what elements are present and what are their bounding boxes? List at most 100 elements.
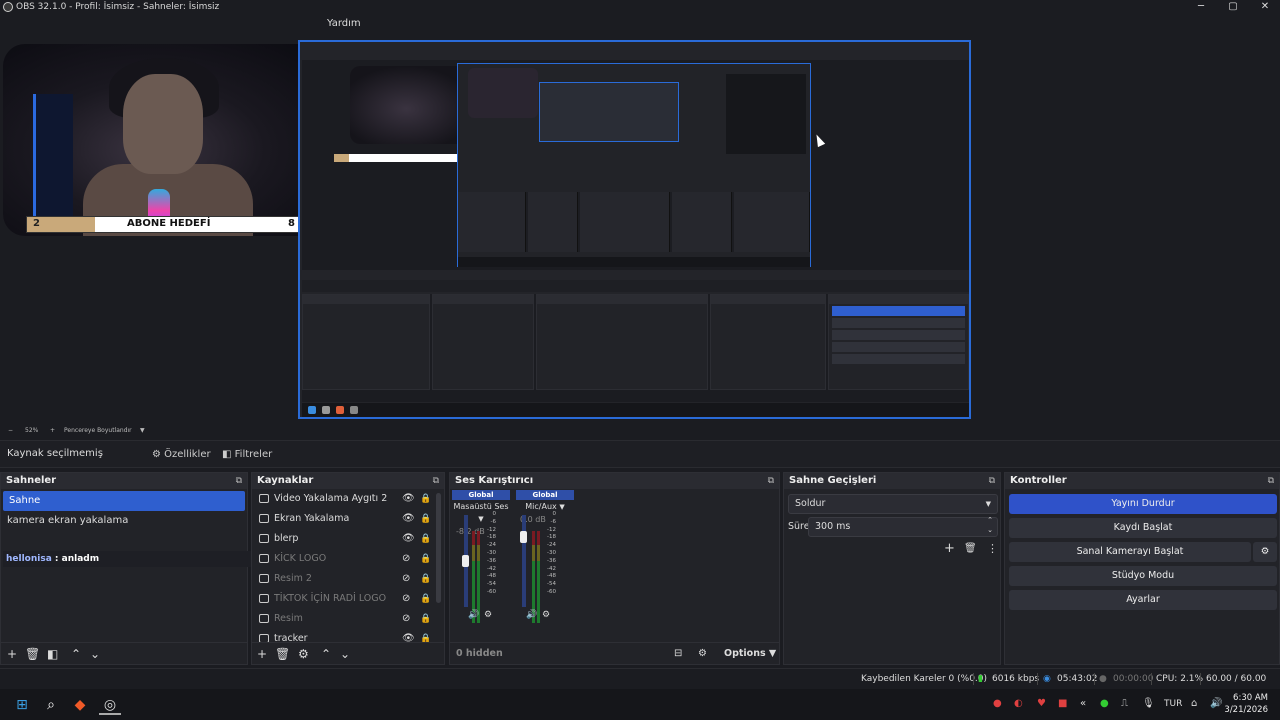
usb-icon[interactable]: ⎍: [1121, 697, 1128, 711]
move-up-icon[interactable]: ⌃: [71, 646, 81, 662]
volume-icon[interactable]: 🔊: [1210, 697, 1222, 711]
properties-button[interactable]: ⚙ Özellikler: [146, 445, 217, 465]
tray-app-icon[interactable]: ●: [993, 697, 1002, 711]
transition-select[interactable]: Soldur ▼: [788, 494, 998, 514]
tray-app-icon[interactable]: ■: [1058, 697, 1067, 711]
microphone-icon[interactable]: 🎙: [1142, 697, 1155, 711]
scene-filters-icon[interactable]: ◧: [47, 646, 58, 662]
layout-toggle-icon[interactable]: ⊟: [674, 646, 682, 662]
source-item[interactable]: Resim 2 ⊘ 🔒: [252, 569, 444, 589]
lock-icon[interactable]: 🔒: [420, 569, 431, 589]
windows-start-icon[interactable]: ⊞: [12, 695, 32, 715]
zoom-out-button[interactable]: −: [8, 424, 13, 438]
lock-icon[interactable]: 🔒: [420, 549, 431, 569]
channel-global-badge: Global: [452, 490, 510, 500]
tray-app-icon[interactable]: ♥: [1037, 697, 1046, 711]
network-icon[interactable]: ⌂: [1191, 697, 1197, 711]
scene-item-sahne[interactable]: Sahne: [3, 491, 245, 511]
add-source-icon[interactable]: +: [257, 646, 267, 662]
undock-icon[interactable]: ⧉: [236, 473, 242, 489]
move-down-icon[interactable]: ⌄: [340, 646, 350, 662]
source-item[interactable]: KİCK LOGO ⊘ 🔒: [252, 549, 444, 569]
undock-icon[interactable]: ⧉: [433, 473, 439, 489]
undock-icon[interactable]: ⧉: [1268, 473, 1274, 489]
scenes-header: Sahneler ⧉: [1, 473, 247, 489]
search-icon[interactable]: ⌕: [41, 695, 61, 715]
fader-track[interactable]: [522, 515, 526, 607]
settings-button[interactable]: Ayarlar: [1009, 590, 1277, 610]
controls-title: Kontroller: [1010, 475, 1067, 486]
windows-taskbar: ⊞ ⌕ ◆ ◎ ● ◐ ♥ ■ « ● ⎍ 🎙 TUR ⌂ 🔊 6:30 AM …: [0, 689, 1280, 720]
virtual-camera-settings-button[interactable]: ⚙: [1253, 542, 1277, 562]
duration-label: Süre: [788, 521, 810, 532]
source-label: Resim: [274, 613, 303, 624]
filters-button[interactable]: ◧ Filtreler: [216, 445, 278, 465]
zoom-mode[interactable]: Pencereye Boyutlandır: [64, 424, 132, 438]
duration-input[interactable]: 300 ms ⌃ ⌄: [808, 516, 998, 537]
zoom-in-button[interactable]: +: [50, 424, 55, 438]
lock-icon[interactable]: 🔒: [420, 609, 431, 629]
maximize-button[interactable]: ▢: [1218, 0, 1248, 14]
volume-fader-knob[interactable]: [520, 531, 527, 543]
preview-canvas[interactable]: 2 ABONE HEDEFİ 8: [0, 34, 1280, 424]
undock-icon[interactable]: ⧉: [768, 473, 774, 489]
tray-app-icon[interactable]: «: [1080, 697, 1086, 711]
volume-fader-knob[interactable]: [462, 555, 469, 567]
obs-taskbar-icon[interactable]: ◎: [99, 695, 121, 715]
audio-settings-icon[interactable]: ⚙: [542, 610, 550, 620]
taskbar-clock[interactable]: 6:30 AM 3/21/2026: [1224, 692, 1268, 716]
transition-menu-icon[interactable]: ⋮: [987, 542, 998, 555]
source-item[interactable]: Ekran Yakalama 👁 🔒: [252, 509, 444, 529]
source-item[interactable]: Video Yakalama Aygıtı 2 👁 🔒: [252, 489, 444, 509]
mute-icon[interactable]: 🔊: [468, 610, 479, 620]
undock-icon[interactable]: ⧉: [989, 473, 995, 489]
add-scene-icon[interactable]: +: [7, 646, 17, 662]
start-recording-button[interactable]: Kaydı Başlat: [1009, 518, 1277, 538]
eye-icon[interactable]: 👁: [402, 509, 415, 529]
db-tick-label: 0: [552, 511, 557, 517]
menu-help[interactable]: Yardım: [327, 14, 361, 34]
minimize-button[interactable]: ─: [1186, 0, 1216, 14]
remove-scene-icon[interactable]: 🗑: [25, 646, 40, 662]
lock-icon[interactable]: 🔒: [420, 489, 431, 509]
eye-hidden-icon[interactable]: ⊘: [402, 569, 410, 589]
lock-icon[interactable]: 🔒: [420, 529, 431, 549]
move-down-icon[interactable]: ⌄: [90, 646, 100, 662]
language-indicator[interactable]: TUR: [1164, 697, 1182, 711]
scene-item-kamera[interactable]: kamera ekran yakalama: [1, 511, 247, 531]
channel-name[interactable]: Masaüstü Ses ▼: [452, 501, 510, 525]
move-up-icon[interactable]: ⌃: [321, 646, 331, 662]
eye-icon[interactable]: 👁: [402, 529, 415, 549]
add-transition-icon[interactable]: +: [944, 541, 955, 556]
source-item[interactable]: Resim ⊘ 🔒: [252, 609, 444, 629]
source-item[interactable]: TİKTOK İÇİN RADİ LOGO ⊘ 🔒: [252, 589, 444, 609]
remove-source-icon[interactable]: 🗑: [275, 646, 290, 662]
zoom-dropdown-icon[interactable]: ▼: [140, 424, 145, 438]
audio-settings-icon[interactable]: ⚙: [484, 610, 492, 620]
brave-browser-icon[interactable]: ◆: [70, 695, 90, 715]
advanced-audio-icon[interactable]: ⚙: [698, 646, 707, 662]
chat-username: hellonisa: [6, 554, 52, 564]
mute-icon[interactable]: 🔊: [526, 610, 537, 620]
zoom-level: 52%: [25, 427, 39, 434]
close-button[interactable]: ✕: [1250, 0, 1280, 14]
peak-meter: [472, 531, 475, 545]
sources-toolbar: + 🗑 ⚙ ⌃ ⌄: [252, 642, 444, 664]
stop-streaming-button[interactable]: Yayını Durdur: [1009, 494, 1277, 514]
sources-scrollbar[interactable]: [436, 493, 441, 603]
source-properties-icon[interactable]: ⚙: [298, 646, 309, 662]
eye-icon[interactable]: 👁: [402, 489, 415, 509]
display-capture-source[interactable]: [298, 40, 971, 419]
eye-hidden-icon[interactable]: ⊘: [402, 589, 410, 609]
remove-transition-icon[interactable]: 🗑: [964, 543, 977, 554]
eye-hidden-icon[interactable]: ⊘: [402, 549, 410, 569]
lock-icon[interactable]: 🔒: [420, 509, 431, 529]
studio-mode-button[interactable]: Stüdyo Modu: [1009, 566, 1277, 586]
tray-app-icon[interactable]: ●: [1100, 697, 1109, 711]
start-virtual-camera-button[interactable]: Sanal Kamerayı Başlat: [1009, 542, 1251, 562]
source-item[interactable]: blerp 👁 🔒: [252, 529, 444, 549]
tray-app-icon[interactable]: ◐: [1014, 697, 1023, 711]
lock-icon[interactable]: 🔒: [420, 589, 431, 609]
eye-hidden-icon[interactable]: ⊘: [402, 609, 410, 629]
options-button[interactable]: Options ▼: [724, 646, 776, 662]
